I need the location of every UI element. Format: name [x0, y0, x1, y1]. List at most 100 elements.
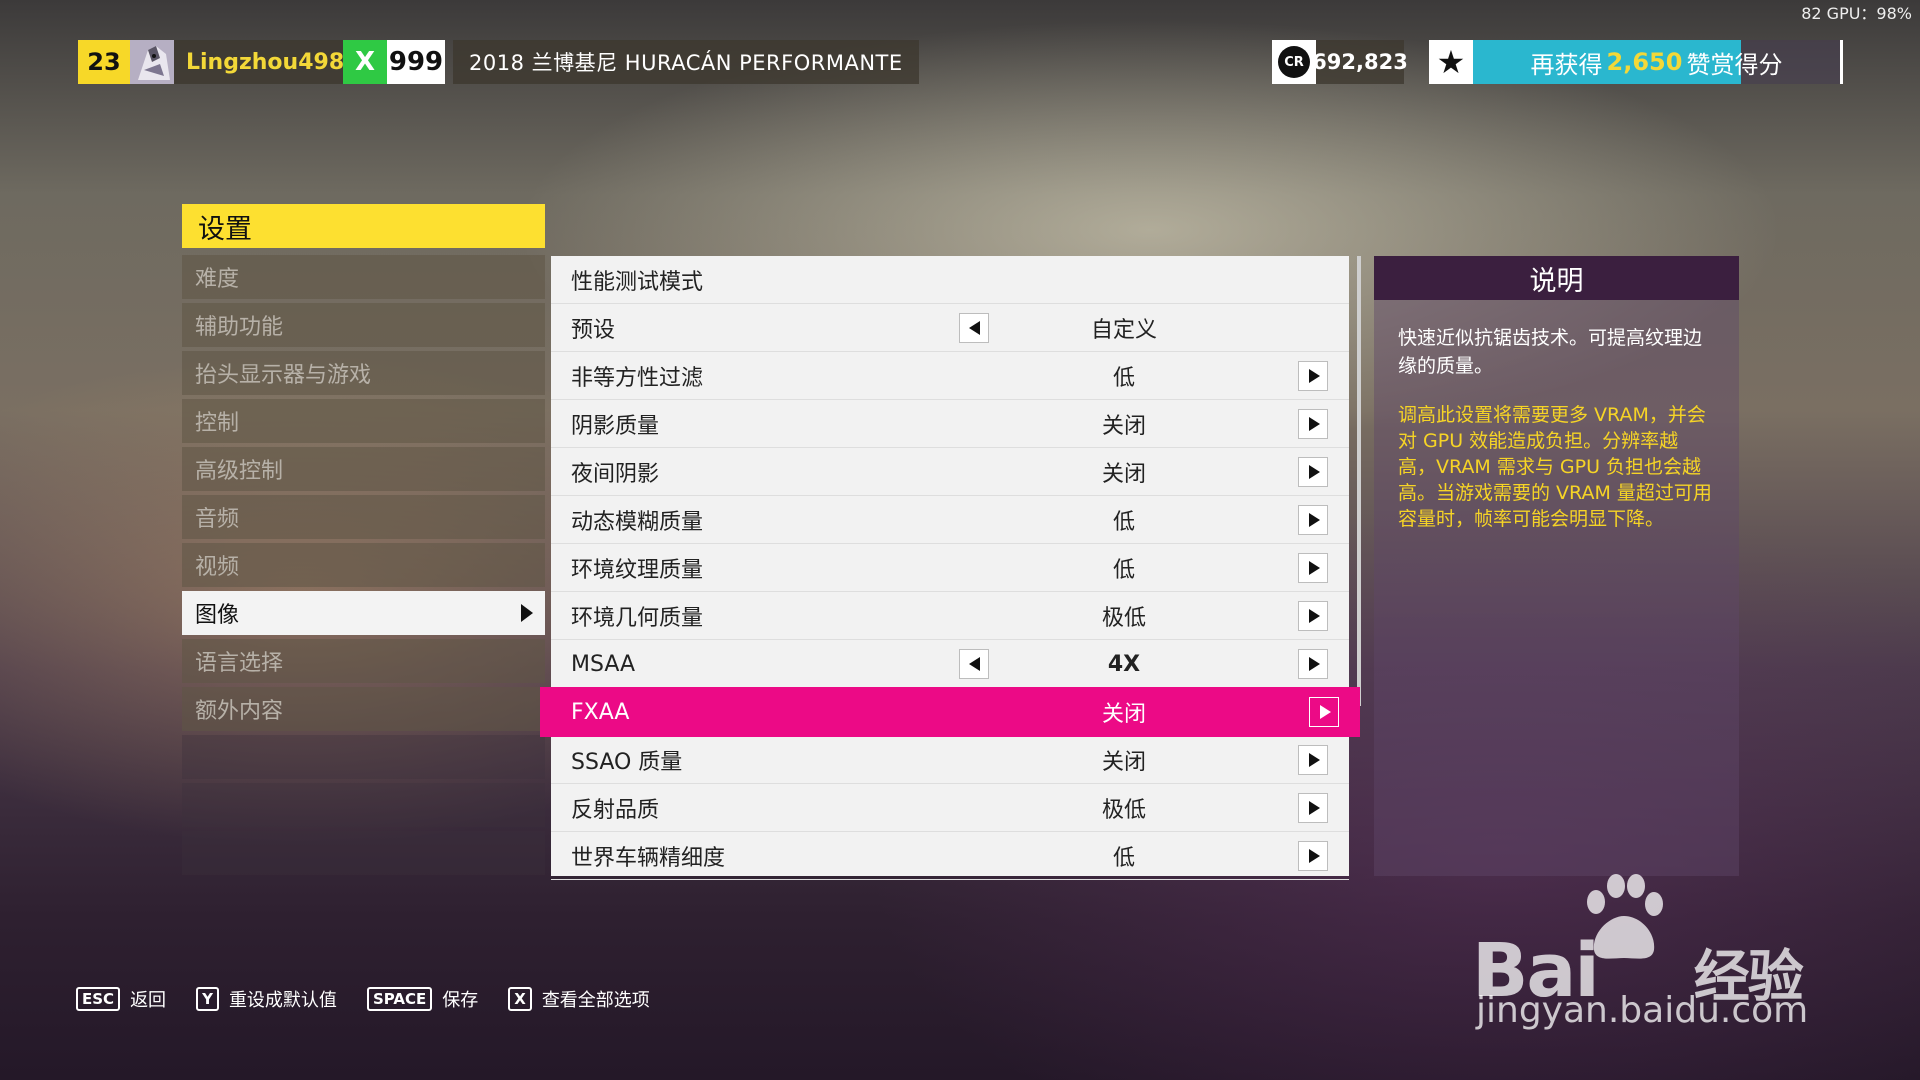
star-icon: ★ — [1429, 40, 1473, 84]
setting-value: 低 — [1112, 846, 1135, 871]
menu-item-label: 抬头显示器与游戏 — [195, 363, 372, 388]
increase-arrow-icon[interactable] — [1309, 697, 1339, 727]
increase-arrow-icon[interactable] — [1298, 505, 1328, 535]
description-warning: 调高此设置将需要更多 VRAM，并会对 GPU 效能造成负担。分辨率越高，VRA… — [1398, 404, 1712, 530]
key-icon: SPACE — [366, 987, 433, 1011]
hint-y[interactable]: Y 重设成默认值 — [196, 986, 337, 1012]
x-badge: X — [343, 40, 387, 84]
setting-row[interactable]: 性能测试模式 — [551, 256, 1349, 304]
increase-arrow-icon[interactable] — [1298, 409, 1328, 439]
setting-value: 关闭 — [1101, 462, 1146, 487]
setting-label: 环境纹理质量 — [571, 558, 704, 583]
driver-level-badge: 23 — [78, 40, 130, 84]
description-title: 说明 — [1374, 256, 1739, 300]
setting-label: 性能测试模式 — [571, 270, 704, 295]
skill-points: 2,650 — [1606, 48, 1683, 76]
setting-row[interactable]: 反射品质 极低 — [551, 784, 1349, 832]
setting-value: 极低 — [1101, 798, 1146, 823]
setting-value: 低 — [1112, 510, 1135, 535]
settings-title: 设置 — [182, 204, 545, 248]
setting-row[interactable]: 世界车辆精细度 低 — [551, 832, 1349, 880]
menu-item-9[interactable]: 额外内容 — [182, 687, 545, 731]
setting-value: 关闭 — [1101, 702, 1146, 727]
setting-row[interactable]: 动态模糊质量 低 — [551, 496, 1349, 544]
hint-space[interactable]: SPACE 保存 — [366, 986, 478, 1012]
menu-item-label: 额外内容 — [195, 699, 284, 724]
watermark-url: jingyan.baidu.com — [1476, 990, 1809, 1031]
setting-value: 低 — [1112, 366, 1135, 391]
hint-label: 返回 — [130, 990, 167, 1011]
increase-arrow-icon[interactable] — [1298, 649, 1328, 679]
credits-icon: CR — [1272, 40, 1316, 84]
menu-item-8[interactable]: 语言选择 — [182, 639, 545, 683]
credits-value: 692,823 — [1312, 40, 1408, 84]
key-icon: ESC — [76, 987, 121, 1011]
menu-empty-slot — [182, 735, 545, 779]
setting-row[interactable]: 夜间阴影 关闭 — [551, 448, 1349, 496]
decrease-arrow-icon[interactable] — [959, 313, 989, 343]
hint-x[interactable]: X 查看全部选项 — [508, 986, 650, 1012]
setting-label: 反射品质 — [571, 798, 660, 823]
increase-arrow-icon[interactable] — [1298, 745, 1328, 775]
menu-item-6[interactable]: 视频 — [182, 543, 545, 587]
setting-label: 环境几何质量 — [571, 606, 704, 631]
description-text: 快速近似抗锯齿技术。可提高纹理边缘的质量。 — [1398, 327, 1703, 377]
menu-item-label: 辅助功能 — [195, 315, 284, 340]
setting-row[interactable]: 环境纹理质量 低 — [551, 544, 1349, 592]
menu-item-label: 语言选择 — [195, 651, 284, 676]
increase-arrow-icon[interactable] — [1298, 361, 1328, 391]
setting-label: 阴影质量 — [571, 414, 660, 439]
baidu-watermark: Bai 经验 jingyan.baidu.com — [1472, 870, 1832, 1050]
setting-label: MSAA — [571, 651, 636, 677]
setting-value: 关闭 — [1101, 750, 1146, 775]
decrease-arrow-icon[interactable] — [959, 649, 989, 679]
setting-value: 4X — [1107, 651, 1141, 677]
increase-arrow-icon[interactable] — [1298, 841, 1328, 871]
menu-item-0[interactable]: 难度 — [182, 255, 545, 299]
increase-arrow-icon[interactable] — [1298, 793, 1328, 823]
setting-label: 世界车辆精细度 — [571, 846, 726, 871]
menu-item-2[interactable]: 抬头显示器与游戏 — [182, 351, 545, 395]
setting-label: FXAA — [571, 699, 630, 725]
controller-hints: ESC 返回 Y 重设成默认值 SPACE 保存 X 查看全部选项 — [76, 986, 680, 1012]
setting-row[interactable]: 非等方性过滤 低 — [551, 352, 1349, 400]
menu-item-4[interactable]: 高级控制 — [182, 447, 545, 491]
settings-category-menu: 难度辅助功能抬头显示器与游戏 控制高级控制音频 视频 图像语言选择额外内容 — [182, 255, 545, 879]
menu-item-label: 难度 — [195, 267, 240, 292]
menu-item-5[interactable]: 音频 — [182, 495, 545, 539]
skill-progress-text: 再获得 2,650 赞赏得分 — [1473, 40, 1840, 84]
setting-row[interactable]: 预设 自定义 — [551, 304, 1349, 352]
skill-prefix: 再获得 — [1530, 50, 1603, 79]
setting-label: 夜间阴影 — [571, 462, 660, 487]
menu-item-7[interactable]: 图像 — [182, 591, 545, 635]
menu-item-label: 高级控制 — [195, 459, 284, 484]
increase-arrow-icon[interactable] — [1298, 553, 1328, 583]
menu-item-label: 控制 — [195, 411, 240, 436]
setting-row[interactable]: 环境几何质量 极低 — [551, 592, 1349, 640]
hint-esc[interactable]: ESC 返回 — [76, 986, 166, 1012]
menu-empty-slot — [182, 783, 545, 827]
setting-value: 低 — [1112, 558, 1135, 583]
hint-label: 查看全部选项 — [541, 990, 650, 1011]
setting-row[interactable]: SSAO 质量 关闭 — [551, 736, 1349, 784]
setting-label: 动态模糊质量 — [571, 510, 704, 535]
increase-arrow-icon[interactable] — [1298, 457, 1328, 487]
x-count: 999 — [387, 40, 445, 84]
setting-row[interactable]: 阴影质量 关闭 — [551, 400, 1349, 448]
settings-scrollbar[interactable] — [1357, 256, 1361, 706]
key-icon: Y — [196, 987, 219, 1011]
gamertag: Lingzhou4988 — [174, 40, 372, 84]
menu-item-3[interactable]: 控制 — [182, 399, 545, 443]
setting-row[interactable]: FXAA 关闭 — [540, 687, 1360, 737]
setting-value: 关闭 — [1101, 414, 1146, 439]
setting-row[interactable]: MSAA 4X — [551, 640, 1349, 688]
menu-empty-slot — [182, 831, 545, 875]
graphics-settings-list: 性能测试模式 预设 自定义 非等方性过滤低阴影质量 关闭 夜间阴影 关闭 动态模糊质量低环境纹… — [540, 256, 1360, 880]
menu-item-1[interactable]: 辅助功能 — [182, 303, 545, 347]
avatar — [130, 40, 174, 84]
description-panel: 快速近似抗锯齿技术。可提高纹理边缘的质量。 调高此设置将需要更多 VRAM，并会… — [1374, 300, 1739, 876]
setting-label: SSAO 质量 — [571, 750, 683, 775]
skill-progress-bar: 再获得 2,650 赞赏得分 — [1473, 40, 1843, 84]
setting-label: 非等方性过滤 — [571, 366, 704, 391]
increase-arrow-icon[interactable] — [1298, 601, 1328, 631]
